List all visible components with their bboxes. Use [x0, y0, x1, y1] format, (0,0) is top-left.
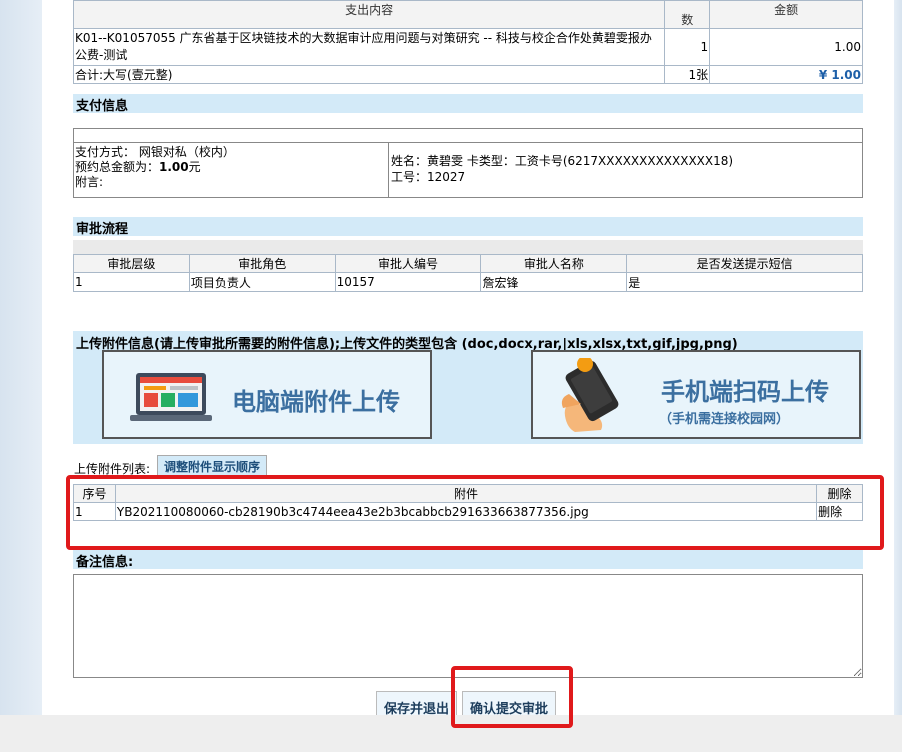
- approval-header-level: 审批层级: [73, 254, 190, 273]
- approval-header-role: 审批角色: [188, 254, 336, 273]
- payment-method: 支付方式： 网银对私（校内）: [75, 145, 235, 159]
- expense-item-content: K01--K01057055 广东省基于区块链技术的大数据审计应用问题与对策研究…: [72, 28, 666, 66]
- mobile-upload-button[interactable]: 手机端扫码上传 （手机需连接校园网）: [531, 350, 861, 439]
- mobile-upload-note: （手机需连接校园网）: [659, 412, 790, 427]
- approval-cell-sms: 是: [626, 272, 863, 292]
- pc-upload-label: 电脑端附件上传: [232, 387, 400, 416]
- form-page: 支出内容 数 金额 K01--K01057055 广东省基于区块链技术的大数据审…: [42, 0, 894, 727]
- expense-item-count: 1: [664, 28, 711, 66]
- approval-header-id: 审批人编号: [334, 254, 482, 273]
- approval-section-title: 审批流程: [73, 217, 863, 237]
- attachment-table: 序号 附件 删除 1 YB202110080060-cb28190b3c4744…: [73, 484, 863, 521]
- payment-total: 预约总金额为：1.00元: [75, 160, 387, 175]
- payment-top-border: [73, 128, 863, 142]
- attachment-delete-link[interactable]: 删除: [816, 502, 863, 521]
- approval-cell-level: 1: [73, 272, 190, 292]
- reorder-attachments-button[interactable]: 调整附件显示顺序: [157, 455, 268, 479]
- attachment-header-delete: 删除: [816, 484, 863, 503]
- payment-total-value: 1.00: [159, 160, 189, 174]
- approval-cell-id: 10157: [334, 272, 482, 292]
- expense-header-amount: 金额: [709, 0, 863, 29]
- pc-upload-button[interactable]: 电脑端附件上传: [102, 350, 432, 439]
- payment-staff-line: 工号：12027: [391, 170, 466, 184]
- mobile-upload-label: 手机端扫码上传: [661, 377, 829, 406]
- expense-total-label: 合计:大写(壹元整): [72, 65, 666, 84]
- expense-total-amount: ¥ 1.00: [709, 65, 863, 84]
- approval-cell-name: 詹宏锋: [480, 272, 628, 292]
- expense-header-content: 支出内容: [72, 0, 666, 29]
- payment-left: 支付方式： 网银对私（校内） 预约总金额为：1.00元 附言:: [74, 143, 389, 197]
- payment-box: 支付方式： 网银对私（校内） 预约总金额为：1.00元 附言: 姓名：黄碧雯 卡…: [73, 142, 863, 198]
- attachment-header-file: 附件: [114, 484, 818, 503]
- approval-cell-role: 项目负责人: [188, 272, 336, 292]
- bottom-strip: [0, 715, 902, 752]
- payment-right: 姓名：黄碧雯 卡类型：工资卡号(6217XXXXXXXXXXXXXX18) 工号…: [390, 143, 860, 197]
- notes-section-title: 备注信息:: [73, 550, 863, 570]
- approval-spacer: [73, 240, 863, 254]
- payment-section-title: 支付信息: [73, 94, 863, 114]
- approval-table: 审批层级 审批角色 审批人编号 审批人名称 是否发送提示短信 1 项目负责人 1…: [73, 254, 863, 292]
- laptop-icon: [130, 373, 212, 421]
- approval-header-sms: 是否发送提示短信: [626, 254, 863, 273]
- table-row: 1 YB202110080060-cb28190b3c4744eea43e2b3…: [73, 502, 863, 521]
- expense-item-amount: 1.00: [709, 28, 863, 66]
- approval-header-name: 审批人名称: [480, 254, 628, 273]
- attachment-cell-index: 1: [73, 502, 116, 521]
- upload-section: 上传附件信息(请上传审批所需要的附件信息);上传文件的类型包含 (doc,doc…: [73, 331, 863, 444]
- payment-name-line: 姓名：黄碧雯 卡类型：工资卡号(6217XXXXXXXXXXXXXX18): [391, 154, 734, 168]
- phone-scan-icon: [561, 358, 619, 432]
- expense-table: 支出内容 数 金额 K01--K01057055 广东省基于区块链技术的大数据审…: [72, 0, 863, 84]
- attachment-file-link[interactable]: YB202110080060-cb28190b3c4744eea43e2b3bc…: [114, 502, 818, 521]
- payment-total-label: 预约总金额为：: [75, 160, 160, 174]
- attachment-list-label: 上传附件列表:: [74, 462, 151, 476]
- payment-total-unit: 元: [188, 160, 201, 174]
- table-row: 1 项目负责人 10157 詹宏锋 是: [73, 272, 863, 292]
- expense-header-count: 数: [664, 0, 711, 29]
- notes-textarea[interactable]: [73, 574, 863, 678]
- payment-note-label: 附言:: [75, 175, 104, 189]
- attachment-header-index: 序号: [73, 484, 116, 503]
- expense-total-count: 1张: [664, 65, 711, 84]
